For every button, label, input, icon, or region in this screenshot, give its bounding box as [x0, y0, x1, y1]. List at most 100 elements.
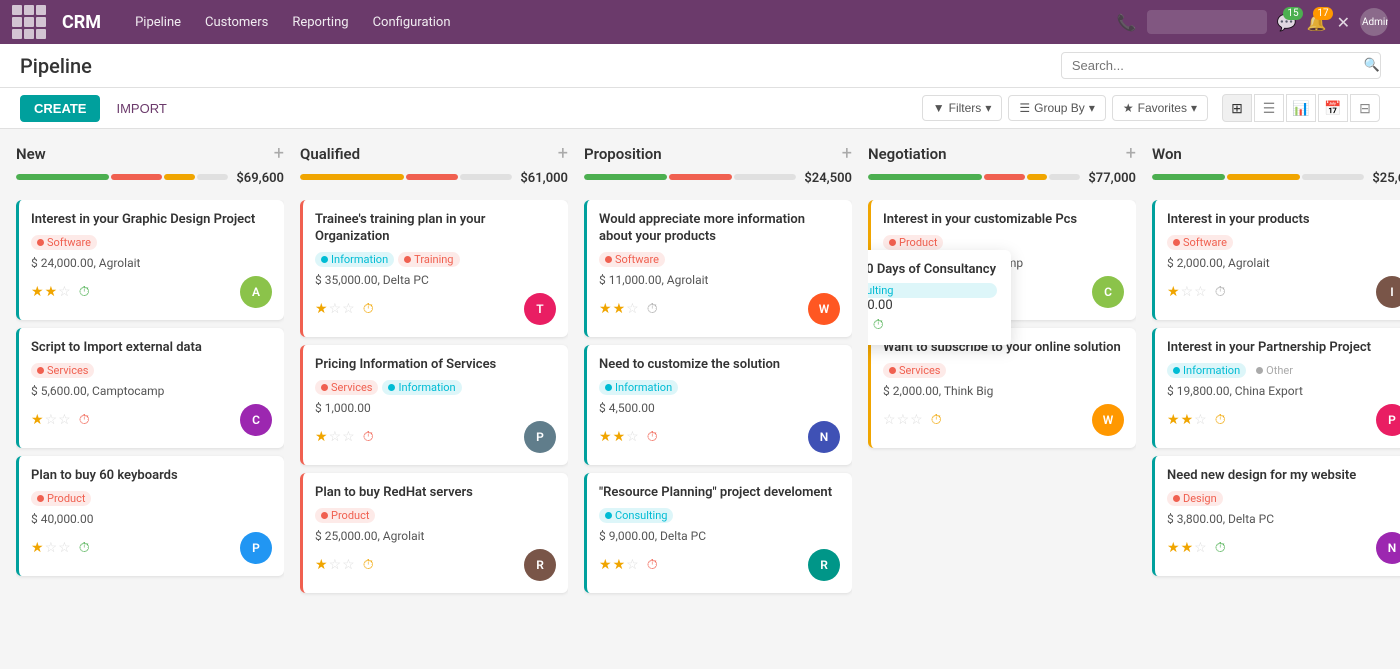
card-avatar: P	[1376, 404, 1400, 436]
menu-customers[interactable]: Customers	[195, 9, 278, 36]
groupby-icon: ☰	[1019, 101, 1030, 115]
close-icon[interactable]: ✕	[1337, 13, 1350, 32]
progress-segment	[1152, 174, 1225, 180]
column-total: $61,000	[520, 171, 568, 186]
kanban-card[interactable]: Want to subscribe to your online solutio…	[868, 328, 1136, 448]
tag-label: Information	[331, 253, 388, 266]
tag: Design	[1167, 491, 1223, 506]
column-add-button[interactable]: +	[558, 145, 568, 163]
card-title: Trainee's training plan in your Organiza…	[315, 212, 556, 246]
kanban-card[interactable]: Trainee's training plan in your Organiza…	[300, 200, 568, 337]
tag: Software	[31, 235, 97, 250]
card-stars: ★☆☆	[315, 557, 355, 573]
create-button[interactable]: CREATE	[20, 95, 100, 122]
kanban-card[interactable]: Interest in your Graphic Design Project …	[16, 200, 284, 320]
card-tags: Information Other	[1167, 363, 1400, 378]
star-0: ★	[1167, 540, 1180, 556]
menu-reporting[interactable]: Reporting	[282, 9, 358, 36]
kanban-card[interactable]: Plan to buy RedHat servers Product $ 25,…	[300, 473, 568, 593]
column-header: Negotiation +	[868, 145, 1136, 163]
column-add-button[interactable]: +	[1126, 145, 1136, 163]
popup-tag: Consulting	[868, 283, 997, 298]
favorites-label: Favorites	[1138, 101, 1187, 115]
filters-button[interactable]: ▼ Filters ▾	[922, 95, 1003, 121]
kanban-card[interactable]: Pricing Information of Services Services…	[300, 345, 568, 465]
card-title: Interest in your products	[1167, 212, 1400, 229]
apps-menu-icon[interactable]	[12, 5, 46, 39]
card-amount: $ 11,000.00, Agrolait	[599, 273, 840, 287]
star-0: ★	[315, 557, 328, 573]
priority-clock-icon: ⏱	[79, 284, 90, 300]
kanban-card[interactable]: Need 20 Days of Consultancy Consulting $…	[868, 200, 1136, 320]
search-input[interactable]	[1061, 52, 1381, 79]
card-avatar: P	[240, 532, 272, 564]
import-button[interactable]: IMPORT	[108, 95, 174, 122]
card-footer: ★☆☆ ⏱ I	[1167, 276, 1400, 308]
kanban-card[interactable]: Would appreciate more information about …	[584, 200, 852, 337]
card-stars: ★★☆	[599, 429, 639, 445]
card-amount: $ 24,000.00, Agrolait	[31, 256, 272, 270]
view-calendar[interactable]: 📅	[1318, 94, 1348, 122]
tag-label: Software	[1183, 236, 1227, 249]
kanban-card[interactable]: Need new design for my website Design $ …	[1152, 456, 1400, 576]
menu-pipeline[interactable]: Pipeline	[125, 9, 191, 36]
messages-icon[interactable]: 💬 15	[1277, 13, 1297, 32]
view-grid[interactable]: ⊟	[1350, 94, 1380, 122]
avatar: A	[240, 276, 272, 308]
tag-dot	[605, 256, 612, 263]
column-add-button[interactable]: +	[842, 145, 852, 163]
column-progress	[584, 174, 796, 180]
card-title: Need new design for my website	[1167, 468, 1400, 485]
progress-segment	[1227, 174, 1300, 180]
column-add-button[interactable]: +	[274, 145, 284, 163]
card-amount: $ 2,000.00, Think Big	[883, 384, 1124, 398]
view-list[interactable]: ☰	[1254, 94, 1284, 122]
search-icon[interactable]: 🔍	[1364, 58, 1380, 73]
kanban-card[interactable]: Interest in your Partnership Project Inf…	[1152, 328, 1400, 448]
kanban-card[interactable]: "Resource Planning" project develoment C…	[584, 473, 852, 593]
column-negotiation: Negotiation + $77,000 Need 20 Days of Co…	[868, 145, 1136, 652]
card-footer: ★★☆ ⏱ W	[599, 293, 840, 325]
view-kanban[interactable]: ⊞	[1222, 94, 1252, 122]
card-footer: ★★☆ ⏱ A	[31, 276, 272, 308]
tag-label: Information	[1183, 364, 1240, 377]
card-tags: Services	[883, 363, 1124, 378]
phone-icon[interactable]: 📞	[1117, 13, 1137, 32]
tag: Information	[599, 380, 678, 395]
column-progress-row: $25,600	[1152, 171, 1400, 194]
star-2: ☆	[626, 429, 639, 445]
column-header: Proposition +	[584, 145, 852, 163]
menu-configuration[interactable]: Configuration	[363, 9, 461, 36]
card-title: Interest in your Partnership Project	[1167, 340, 1400, 357]
star-0: ★	[599, 557, 612, 573]
card-stars: ★☆☆	[315, 429, 355, 445]
notifications-icon[interactable]: 🔔 17	[1307, 13, 1327, 32]
progress-segment	[584, 174, 667, 180]
groupby-button[interactable]: ☰ Group By ▾	[1008, 95, 1106, 121]
tag-dot	[605, 384, 612, 391]
kanban-card[interactable]: Need to customize the solution Informati…	[584, 345, 852, 465]
column-title: Negotiation	[868, 145, 947, 163]
topnav-right: 📞 💬 15 🔔 17 ✕ Administrator	[1117, 8, 1388, 36]
kanban-card[interactable]: Plan to buy 60 keyboards Product $ 40,00…	[16, 456, 284, 576]
popup-amount: $ 60,000.00	[868, 298, 997, 313]
column-total: $24,500	[804, 171, 852, 186]
star-2: ☆	[1194, 412, 1207, 428]
column-title: New	[16, 145, 46, 163]
tag-label: Product	[47, 492, 85, 505]
tag-dot	[37, 239, 44, 246]
topnav-search-bar[interactable]	[1147, 10, 1267, 34]
priority-clock-icon: ⏱	[1215, 412, 1226, 428]
column-progress-row: $77,000	[868, 171, 1136, 194]
kanban-card[interactable]: Script to Import external data Services …	[16, 328, 284, 448]
kanban-card[interactable]: Interest in your products Software $ 2,0…	[1152, 200, 1400, 320]
column-header: Qualified +	[300, 145, 568, 163]
view-chart[interactable]: 📊	[1286, 94, 1316, 122]
admin-avatar[interactable]: Administrator	[1360, 8, 1388, 36]
search-area: 🔍	[1061, 52, 1380, 79]
tag-dot	[321, 512, 328, 519]
favorites-button[interactable]: ★ Favorites ▾	[1112, 95, 1208, 121]
card-avatar: R	[524, 549, 556, 581]
top-navigation: CRM Pipeline Customers Reporting Configu…	[0, 0, 1400, 44]
card-amount: $ 2,000.00, Agrolait	[1167, 256, 1400, 270]
